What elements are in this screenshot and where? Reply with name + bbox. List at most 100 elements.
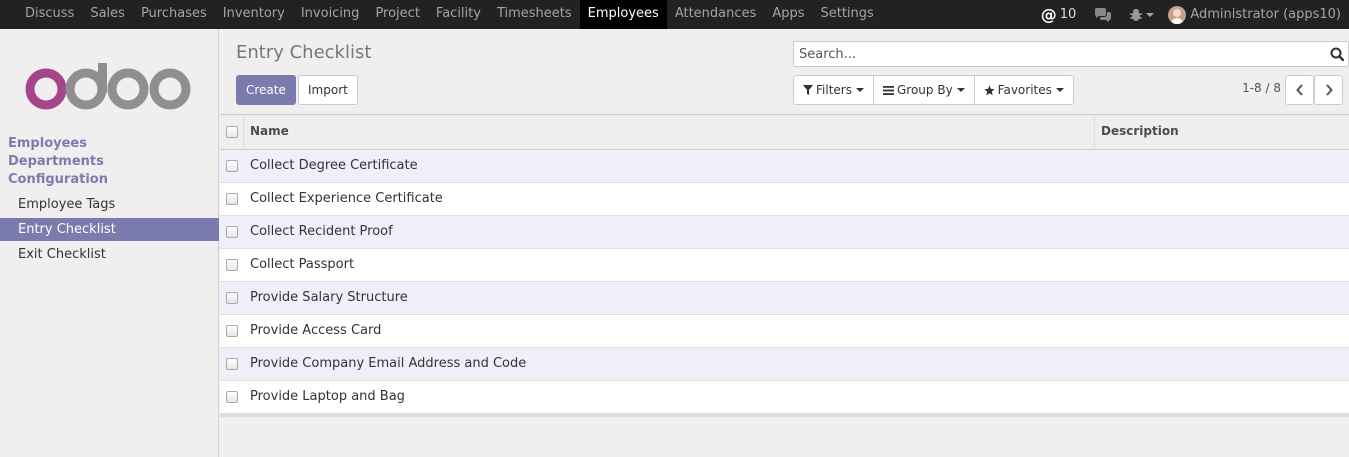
caret-down-icon [956,88,965,92]
top-navbar: Discuss Sales Purchases Inventory Invoicing P… [0,0,1349,29]
pager-value[interactable]: 1-8 / 8 [1242,81,1281,95]
row-checkbox[interactable] [226,292,238,304]
sidebar: Employees Departments Configuration Empl… [0,29,219,457]
cell-description [1095,150,1349,182]
table-row[interactable]: Collect Recident Proof [220,216,1349,249]
select-all-cell [220,115,244,149]
mention-count: 10 [1059,7,1077,22]
row-checkbox[interactable] [226,391,238,403]
at-icon: @ [1040,5,1057,24]
table-body: Collect Degree Certificate Collect Experi… [220,150,1349,414]
sidebar-section-employees[interactable]: Employees [8,136,87,151]
sidebar-item-entry-checklist[interactable]: Entry Checklist [0,218,219,241]
page-title: Entry Checklist [236,42,372,63]
row-checkbox[interactable] [226,259,238,271]
import-button[interactable]: Import [298,75,358,105]
search-bar [793,41,1349,67]
cell-description [1095,282,1349,314]
control-panel: Entry Checklist Create Import Filters [220,29,1349,115]
mentions-button[interactable]: @ 10 [1041,5,1077,24]
systray: @ 10 Administrator (apps10) [1041,0,1349,29]
caret-down-icon [1055,88,1064,92]
search-input[interactable] [794,42,1314,66]
menu-item-sales[interactable]: Sales [82,0,133,29]
search-options: Filters Group By Favorites [793,75,1074,105]
table-row[interactable]: Collect Experience Certificate [220,183,1349,216]
avatar [1168,5,1187,24]
app-menu: Discuss Sales Purchases Inventory Invoicing P… [17,0,882,29]
menu-item-invoicing[interactable]: Invoicing [293,0,368,29]
column-header-description[interactable]: Description [1095,115,1349,149]
cell-name: Provide Salary Structure [250,290,408,305]
debug-menu-button[interactable] [1130,8,1155,21]
cell-name: Provide Access Card [250,323,382,338]
chevron-right-icon [1325,84,1333,96]
cell-name: Collect Degree Certificate [250,158,418,173]
menu-item-facility[interactable]: Facility [428,0,489,29]
sidebar-section-configuration[interactable]: Configuration [8,172,108,187]
user-menu[interactable]: Administrator (apps10) [1168,5,1341,24]
menu-item-inventory[interactable]: Inventory [215,0,293,29]
caret-down-icon [1146,12,1155,17]
menu-item-apps[interactable]: Apps [764,0,812,29]
column-header-name[interactable]: Name [244,115,1095,149]
table-header: Name Description [220,115,1349,150]
pager-previous-button[interactable] [1285,75,1314,105]
row-checkbox[interactable] [226,358,238,370]
sidebar-item-exit-checklist[interactable]: Exit Checklist [0,243,219,266]
cell-name: Collect Experience Certificate [250,191,443,206]
table-row[interactable]: Collect Degree Certificate [220,150,1349,183]
group-by-label: Group By [896,83,953,97]
filter-icon [803,85,813,95]
table-row[interactable]: Provide Laptop and Bag [220,381,1349,414]
table-row[interactable]: Collect Passport [220,249,1349,282]
row-select-cell [220,249,244,281]
select-all-checkbox[interactable] [225,126,238,138]
table-row[interactable]: Provide Company Email Address and Code [220,348,1349,381]
sidebar-item-employee-tags[interactable]: Employee Tags [0,193,219,216]
search-icon[interactable] [1330,47,1344,61]
table-footer [220,414,1349,417]
menu-item-discuss[interactable]: Discuss [17,0,82,29]
menu-item-attendances[interactable]: Attendances [667,0,764,29]
sidebar-section-departments[interactable]: Departments [8,154,104,169]
chevron-left-icon [1295,84,1303,96]
favorites-label: Favorites [997,83,1052,97]
menu-item-timesheets[interactable]: Timesheets [489,0,580,29]
row-select-cell [220,315,244,347]
row-select-cell [220,282,244,314]
cell-name: Provide Company Email Address and Code [250,356,527,371]
create-button[interactable]: Create [236,75,296,105]
filters-button[interactable]: Filters [794,76,874,104]
table-row[interactable]: Provide Salary Structure [220,282,1349,315]
pager-next-button[interactable] [1314,75,1343,105]
cell-description [1095,381,1349,413]
cell-description [1095,183,1349,215]
cell-name: Provide Laptop and Bag [250,389,405,404]
favorites-button[interactable]: Favorites [975,76,1073,104]
row-checkbox[interactable] [226,193,238,205]
list-view-table: Name Description Collect Degree Certific… [220,115,1349,417]
menu-item-project[interactable]: Project [367,0,427,29]
cell-description [1095,348,1349,380]
chat-icon[interactable] [1094,7,1112,22]
cell-description [1095,249,1349,281]
row-select-cell [220,150,244,182]
row-checkbox[interactable] [226,160,238,172]
group-by-button[interactable]: Group By [874,76,975,104]
odoo-logo [25,63,191,110]
table-row[interactable]: Provide Access Card [220,315,1349,348]
bug-icon [1130,9,1143,21]
menu-item-settings[interactable]: Settings [812,0,881,29]
row-checkbox[interactable] [226,226,238,238]
cell-name: Collect Passport [250,257,355,272]
user-name: Administrator (apps10) [1190,7,1341,22]
cell-description [1095,216,1349,248]
caret-down-icon [855,88,864,92]
row-select-cell [220,216,244,248]
row-select-cell [220,348,244,380]
cell-description [1095,315,1349,347]
row-checkbox[interactable] [226,325,238,337]
menu-item-employees[interactable]: Employees [579,0,667,29]
menu-item-purchases[interactable]: Purchases [133,0,215,29]
